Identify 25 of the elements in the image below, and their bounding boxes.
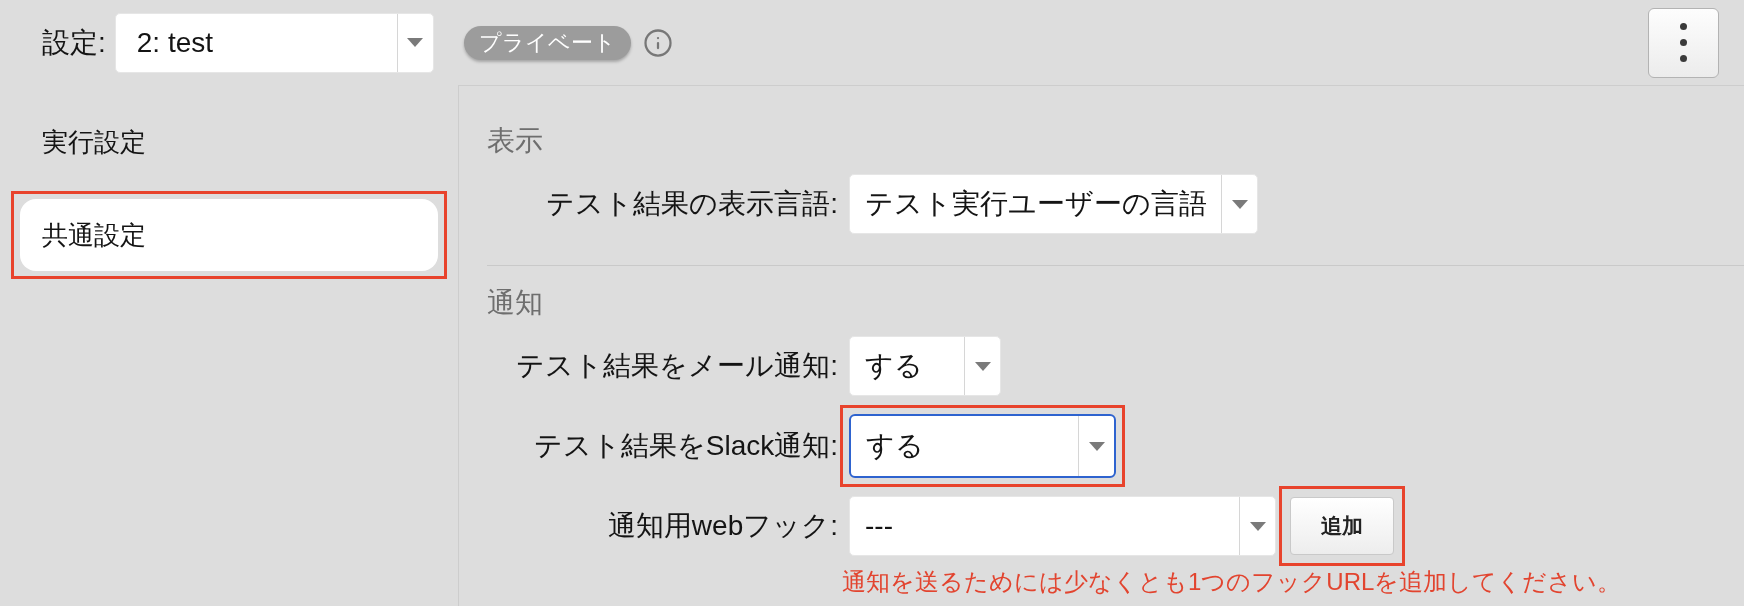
vertical-dots-icon [1680,23,1687,62]
caret-down-icon [974,361,991,371]
private-badge: プライベート [463,25,631,60]
settings-label: 設定: [42,25,106,60]
section-heading: 表示 [487,125,543,157]
caret-down-icon [1088,441,1105,451]
dropdown-select[interactable]: --- [849,496,1276,556]
info-icon[interactable] [642,27,673,58]
field-label: テスト結果をSlack通知: [532,429,838,463]
caret-down-icon [1231,199,1248,209]
caret-down-icon [1249,521,1266,531]
sidebar-item[interactable]: 共通設定 [20,199,438,271]
caret-down-icon [407,38,424,47]
dropdown-select[interactable]: テスト実行ユーザーの言語 [849,174,1258,234]
dropdown-select[interactable]: 2: test [114,12,434,73]
add-button[interactable]: 追加 [1290,497,1394,555]
field-label: 通知用webフック: [606,509,838,543]
error-message: 通知を送るためには少なくとも1つのフックURLを追加してください。 [842,568,1622,596]
field-label: テスト結果をメール通知: [515,349,838,383]
dropdown-select[interactable]: する [849,336,1001,396]
section-heading: 通知 [487,287,543,319]
sidebar-item[interactable]: 実行設定 [20,106,438,178]
more-menu-button[interactable] [1648,7,1719,78]
field-label: テスト結果の表示言語: [545,187,838,221]
dropdown-select[interactable]: する [849,414,1116,478]
